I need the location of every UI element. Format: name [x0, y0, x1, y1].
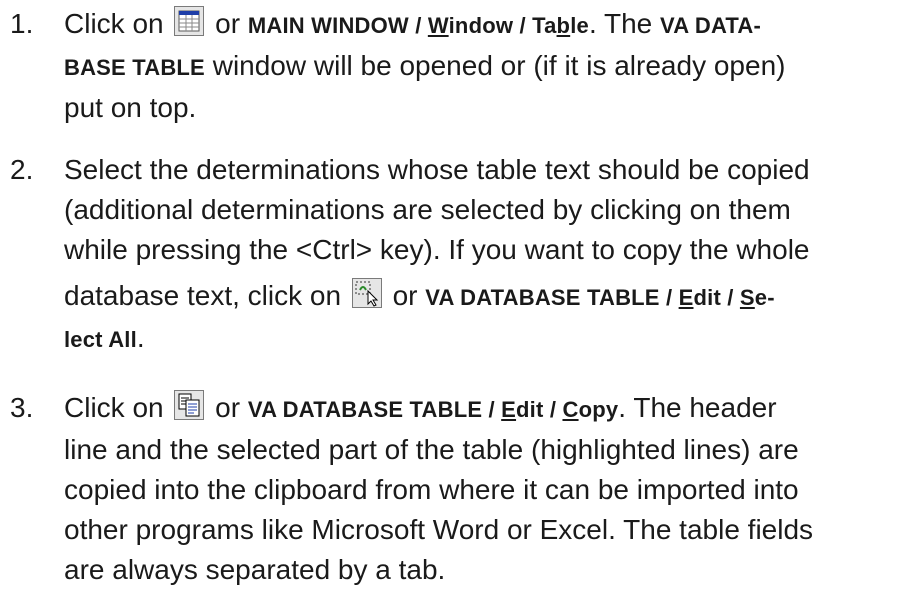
step-text: Select the determinations whose table te… — [64, 154, 810, 353]
step-number: 1. — [10, 8, 34, 39]
menu-path: VA DATABASE TABLE / Edit / Se- — [425, 285, 775, 310]
window-name-cont: BASE TABLE — [64, 55, 205, 80]
step-text: Click on or VA DATABASE TABLE / Edit / C… — [64, 390, 814, 585]
step-number: 3. — [10, 392, 34, 423]
menu-path: MAIN WINDOW / Window / Table — [247, 13, 589, 38]
select-all-icon — [351, 278, 382, 308]
table-window-icon — [174, 6, 205, 36]
instruction-page: 1. Click on or MAIN WINDOW / Window / Ta… — [0, 0, 919, 590]
step-number: 2. — [10, 154, 34, 185]
copy-icon — [174, 390, 205, 420]
menu-path: VA DATABASE TABLE / Edit / Copy — [247, 397, 619, 422]
window-name: VA DATA- — [660, 13, 762, 38]
step-text: Click on or MAIN WINDOW / Window / Table — [64, 6, 786, 123]
